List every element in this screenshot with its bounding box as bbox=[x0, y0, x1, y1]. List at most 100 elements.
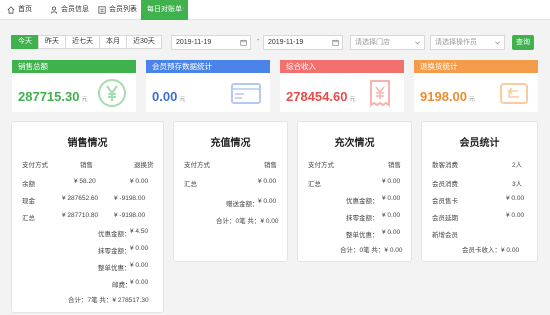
calendar-icon bbox=[332, 39, 339, 46]
table-row: 汇总 bbox=[22, 215, 35, 222]
recharge-gift-value: ¥ 0.00 bbox=[258, 198, 277, 205]
operator-select[interactable]: 请选择操作员 bbox=[430, 35, 505, 50]
count-total: 合计：0笔 共：¥ 0.00 bbox=[340, 247, 403, 254]
count-rounding-value: ¥ 0.00 bbox=[382, 212, 401, 219]
total-income-card: 综合收入 278454.60 元 bbox=[280, 60, 404, 112]
range-7days-button[interactable]: 近七天 bbox=[65, 35, 100, 49]
member-stat-value: 2人 bbox=[512, 162, 523, 169]
total-income-title: 综合收入 bbox=[280, 60, 404, 73]
count-title: 充次情况 bbox=[334, 138, 375, 149]
count-panel: 充次情况 支付方式 销售 汇总 ¥ 0.00 优惠金额： ¥ 0.00 抹零金额… bbox=[297, 121, 412, 262]
member-deposit-unit: 元 bbox=[179, 97, 186, 103]
table-row: 汇总 bbox=[308, 181, 321, 188]
sales-order-discount-label: 整单优惠： bbox=[98, 265, 131, 272]
range-30days-button[interactable]: 近30天 bbox=[126, 35, 162, 49]
sales-rounding-label: 抹零金额： bbox=[98, 248, 131, 255]
range-yesterday-button[interactable]: 昨天 bbox=[38, 35, 66, 49]
tab-member-list[interactable]: 会员列表 bbox=[98, 0, 137, 20]
tab-home-label: 首页 bbox=[18, 6, 32, 13]
sales-panel: 销售情况 支付方式 销售 退换货 余额 ¥ 58.20 ¥ 0.00 现金 ¥ … bbox=[11, 121, 164, 313]
member-deposit-amount: 0.00 bbox=[152, 89, 178, 104]
chevron-down-icon bbox=[415, 41, 420, 45]
sales-header-method: 支付方式 bbox=[22, 162, 48, 169]
tab-bar: 首页 会员信息 会员列表 每日对账单 × bbox=[0, 0, 550, 20]
start-date-input[interactable]: 2019-11-19 bbox=[171, 35, 251, 50]
count-header-sales: 销售 bbox=[388, 162, 401, 169]
sales-total-card: 销售总额 287715.30 元 bbox=[12, 60, 136, 112]
date-separator: - bbox=[257, 37, 260, 44]
tab-daily-statement-label: 每日对账单 bbox=[147, 6, 182, 13]
sales-header-sales: 销售 bbox=[80, 162, 93, 169]
sales-total-unit: 元 bbox=[81, 97, 88, 103]
receipt-icon bbox=[370, 80, 390, 107]
returns-title: 退换货统计 bbox=[414, 60, 538, 73]
total-income-value: 278454.60 元 bbox=[286, 89, 355, 104]
count-rounding-label: 抹零金额： bbox=[346, 215, 379, 222]
member-card-income: 会员卡收入：¥ 0.00 bbox=[462, 247, 520, 254]
sales-postage-value: ¥ 0.00 bbox=[130, 279, 149, 286]
end-date-value: 2019-11-19 bbox=[268, 39, 304, 46]
table-cell: ¥ -9198.00 bbox=[114, 195, 146, 202]
count-order-discount-label: 整单优惠： bbox=[346, 232, 379, 239]
count-discount-label: 优惠金额： bbox=[346, 198, 379, 205]
sales-header-returns: 退换货 bbox=[134, 162, 154, 169]
end-date-input[interactable]: 2019-11-19 bbox=[263, 35, 343, 50]
sales-total-value: 287715.30 元 bbox=[18, 89, 87, 104]
wallet-return-icon bbox=[500, 83, 528, 104]
table-row: 现金 bbox=[22, 198, 35, 205]
recharge-total: 合计：0笔 共：¥ 0.00 bbox=[216, 218, 279, 225]
returns-card: 退换货统计 9198.00 元 bbox=[414, 60, 538, 112]
filter-bar: 今天 昨天 近七天 本月 近30天 2019-11-19 - 2019-11-1… bbox=[0, 20, 550, 60]
sales-total: 合计：7笔 共：¥ 278517.30 bbox=[68, 297, 149, 304]
table-row: 余额 bbox=[22, 181, 35, 188]
count-header-method: 支付方式 bbox=[308, 162, 334, 169]
tab-member-info[interactable]: 会员信息 bbox=[50, 0, 89, 20]
calendar-icon bbox=[240, 39, 247, 46]
total-income-unit: 元 bbox=[349, 97, 356, 103]
query-button[interactable]: 查询 bbox=[512, 35, 534, 50]
total-income-amount: 278454.60 bbox=[286, 89, 348, 104]
range-today-button[interactable]: 今天 bbox=[11, 35, 39, 49]
vip-card-icon bbox=[231, 83, 261, 104]
table-cell: ¥ 0.00 bbox=[382, 178, 401, 185]
returns-unit: 元 bbox=[469, 97, 476, 103]
recharge-header-method: 支付方式 bbox=[184, 162, 210, 169]
member-stat-label: 新增会员 bbox=[432, 232, 458, 239]
home-icon bbox=[7, 6, 15, 14]
member-stat-label: 会员消费 bbox=[432, 181, 458, 188]
range-month-button[interactable]: 本月 bbox=[99, 35, 127, 49]
store-select[interactable]: 请选择门店 bbox=[350, 35, 425, 50]
sales-order-discount-value: ¥ 0.00 bbox=[130, 262, 149, 269]
table-cell: ¥ 287710.80 bbox=[62, 212, 99, 219]
member-stat-value: ¥ 0.00 bbox=[506, 195, 525, 202]
member-stat-value: 3人 bbox=[512, 181, 523, 188]
table-cell: ¥ 287652.60 bbox=[62, 195, 99, 202]
recharge-header-sales: 销售 bbox=[264, 162, 277, 169]
member-stat-value: ¥ 0.00 bbox=[506, 212, 525, 219]
tab-home[interactable]: 首页 bbox=[7, 0, 32, 20]
tab-member-list-label: 会员列表 bbox=[109, 6, 137, 13]
member-deposit-title: 会员预存数据统计 bbox=[146, 60, 270, 73]
member-stat-label: 会员售卡 bbox=[432, 198, 458, 205]
table-cell: ¥ 0.00 bbox=[130, 178, 149, 185]
chevron-down-icon bbox=[495, 41, 500, 45]
table-cell: ¥ 0.00 bbox=[258, 178, 277, 185]
yuan-circle-icon bbox=[98, 79, 126, 107]
table-cell: ¥ 58.20 bbox=[74, 178, 96, 185]
table-row: 汇总 bbox=[184, 181, 197, 188]
store-select-placeholder: 请选择门店 bbox=[355, 39, 390, 46]
list-icon bbox=[98, 6, 106, 14]
close-icon[interactable]: × bbox=[181, 5, 185, 14]
quick-range-group: 今天 昨天 近七天 本月 近30天 bbox=[11, 35, 162, 49]
operator-select-placeholder: 请选择操作员 bbox=[435, 39, 477, 46]
count-discount-value: ¥ 0.00 bbox=[382, 195, 401, 202]
user-icon bbox=[50, 6, 58, 14]
member-stat-label: 散客消费 bbox=[432, 162, 458, 169]
member-deposit-value: 0.00 元 bbox=[152, 89, 185, 104]
returns-value: 9198.00 元 bbox=[420, 89, 475, 104]
recharge-panel: 充值情况 支付方式 销售 汇总 ¥ 0.00 赠送金额： ¥ 0.00 合计：0… bbox=[173, 121, 288, 262]
count-order-discount-value: ¥ 0.00 bbox=[382, 229, 401, 236]
returns-amount: 9198.00 bbox=[420, 89, 467, 104]
member-stats-panel: 会员统计 散客消费 2人 会员消费 3人 会员售卡 ¥ 0.00 会员延期 ¥ … bbox=[421, 121, 538, 262]
tab-member-info-label: 会员信息 bbox=[61, 6, 89, 13]
